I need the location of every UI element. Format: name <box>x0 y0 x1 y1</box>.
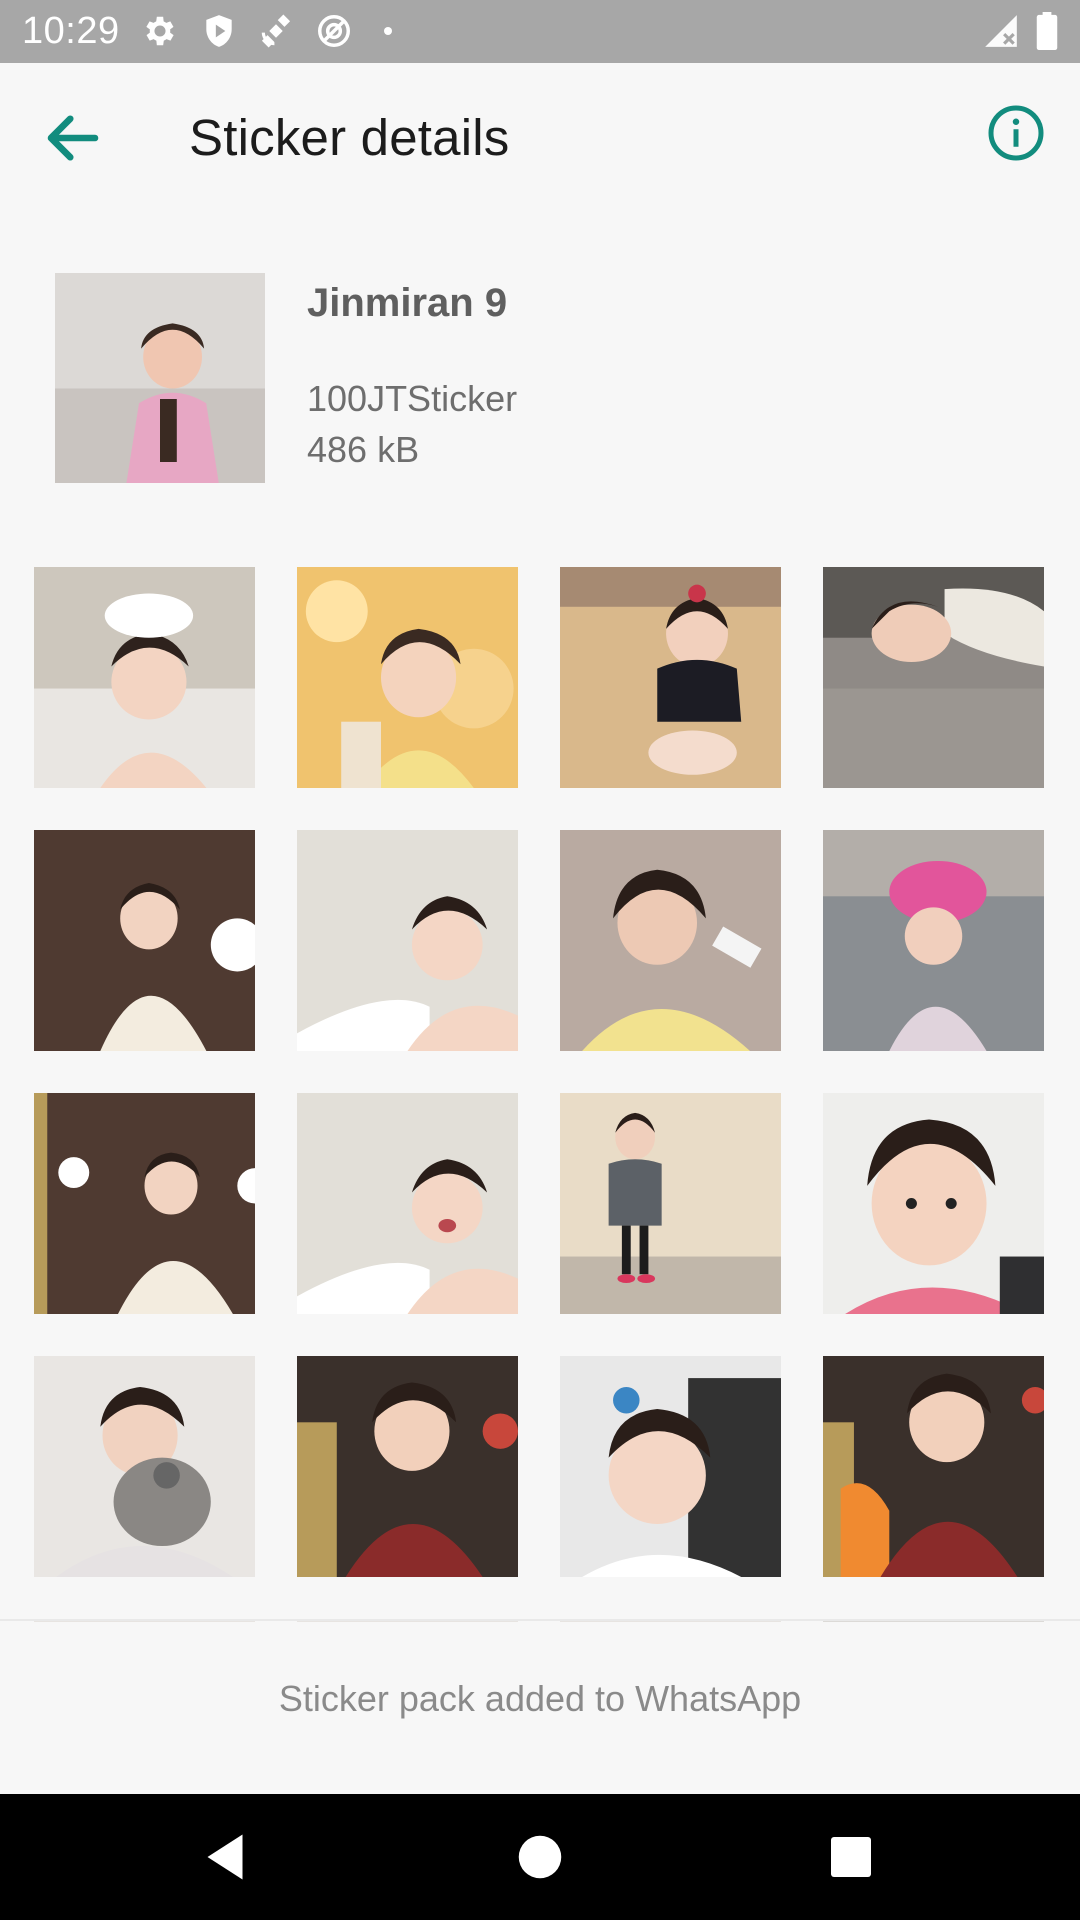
sticker-15[interactable] <box>560 1356 781 1577</box>
sticker-2[interactable] <box>297 567 518 788</box>
circle-home-icon <box>518 1835 562 1879</box>
sticker-9[interactable] <box>34 1093 255 1314</box>
sticker-8[interactable] <box>823 830 1044 1051</box>
app-bar: Sticker details <box>0 63 1080 211</box>
back-button[interactable] <box>40 105 106 171</box>
arrow-left-icon <box>47 115 99 161</box>
sticker-1[interactable] <box>34 567 255 788</box>
sticker-details-screen: 10:29 Sticker details Jinmiran 9 100JTSt… <box>0 0 1080 1920</box>
sticker-7[interactable] <box>560 830 781 1051</box>
grid-divider <box>0 1619 1080 1621</box>
info-button[interactable] <box>986 103 1046 163</box>
battery-icon <box>1034 12 1060 50</box>
pack-size: 486 kB <box>307 429 420 470</box>
sticker-12[interactable] <box>823 1093 1044 1314</box>
triangle-back-icon <box>207 1834 243 1880</box>
sticker-13[interactable] <box>34 1356 255 1577</box>
dot-icon <box>376 12 400 50</box>
status-bar: 10:29 <box>0 0 1080 63</box>
nav-home-button[interactable] <box>510 1827 570 1887</box>
shield-play-icon <box>200 12 238 50</box>
pack-name: Jinmiran 9 <box>307 281 508 325</box>
gear-icon <box>141 12 179 50</box>
satellite-icon <box>257 12 295 50</box>
sticker-grid <box>34 567 1045 1622</box>
sticker-4[interactable] <box>823 567 1044 788</box>
pack-tray-image <box>55 273 265 483</box>
nav-back-button[interactable] <box>195 1827 255 1887</box>
nav-bar <box>0 1794 1080 1920</box>
status-time: 10:29 <box>22 10 120 52</box>
sticker-6[interactable] <box>297 830 518 1051</box>
sticker-14[interactable] <box>297 1356 518 1577</box>
sticker-10[interactable] <box>297 1093 518 1314</box>
signal-off-icon <box>982 12 1020 50</box>
page-title: Sticker details <box>189 109 510 166</box>
sticker-3[interactable] <box>560 567 781 788</box>
sticker-5[interactable] <box>34 830 255 1051</box>
sticker-16[interactable] <box>823 1356 1044 1577</box>
nav-recents-button[interactable] <box>821 1827 881 1887</box>
at-sign-icon <box>315 12 353 50</box>
pack-added-status: Sticker pack added to WhatsApp <box>278 1678 802 1719</box>
sticker-11[interactable] <box>560 1093 781 1314</box>
pack-publisher: 100JTSticker <box>307 378 518 419</box>
info-circle-icon <box>988 105 1044 161</box>
square-recents-icon <box>831 1837 871 1877</box>
